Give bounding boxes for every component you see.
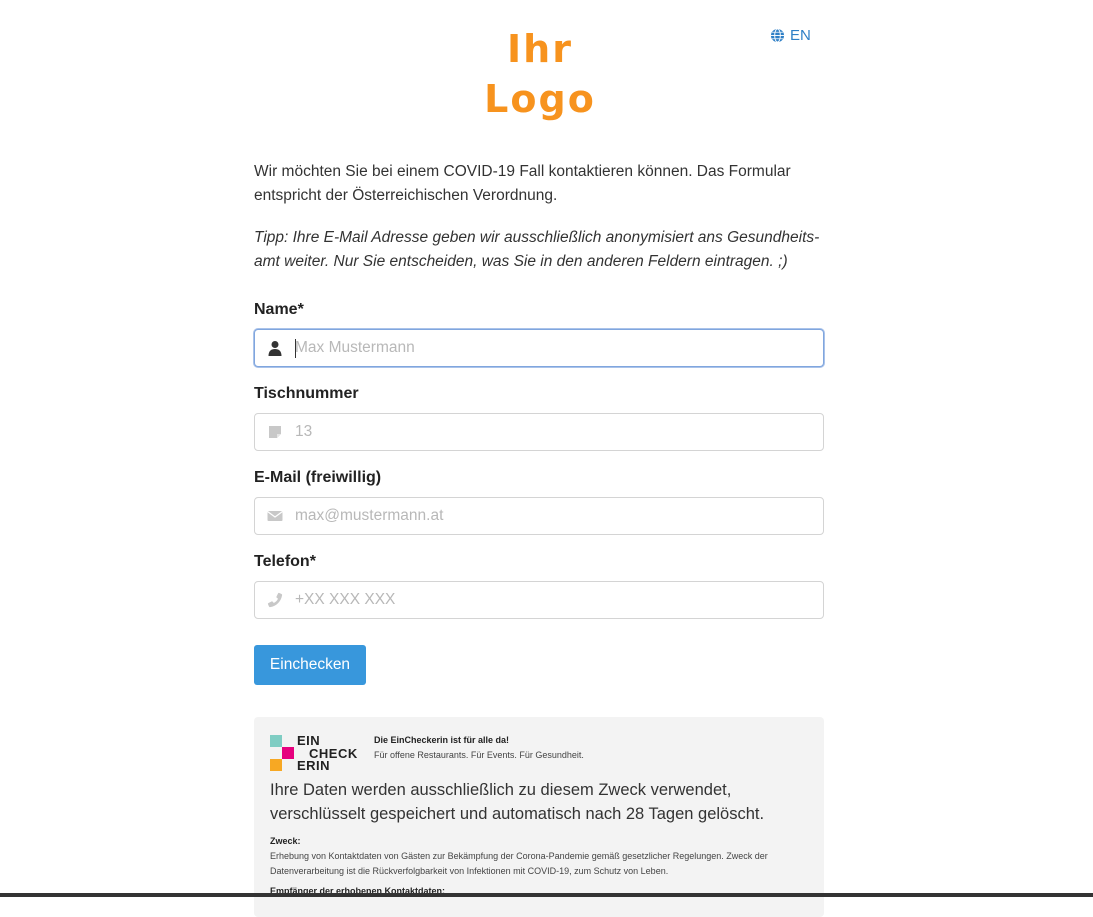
table-number-input[interactable] [295, 414, 815, 450]
phone-input[interactable] [295, 582, 815, 618]
name-field[interactable] [254, 329, 824, 367]
logo-square-teal [270, 735, 282, 747]
language-switcher[interactable]: EN [770, 27, 811, 44]
logo-square-magenta [282, 747, 294, 759]
phone-icon [267, 592, 283, 608]
phone-field[interactable] [254, 581, 824, 619]
phone-label: Telefon* [254, 553, 316, 570]
logo-word-3: ERIN [297, 758, 331, 773]
privacy-info-box: EIN CHECK ERIN Die EinCheckerin ist für … [254, 717, 824, 917]
brand-subtitle: Für offene Restaurants. Für Events. Für … [374, 750, 584, 760]
email-field[interactable] [254, 497, 824, 535]
user-icon [267, 340, 283, 356]
table-number-label: Tischnummer [254, 385, 359, 402]
tip-text: Tipp: Ihre E-Mail Adresse geben wir auss… [254, 229, 820, 270]
intro-text: Wir möchten Sie bei einem COVID-19 Fall … [254, 163, 791, 204]
logo-line-1: Ihr [507, 27, 573, 71]
text-cursor [295, 339, 296, 358]
language-label: EN [790, 27, 811, 44]
name-label: Name* [254, 301, 304, 318]
globe-icon [770, 28, 785, 43]
envelope-icon [267, 508, 283, 524]
checkin-button[interactable]: Einchecken [254, 645, 366, 685]
logo-wordmark: EIN CHECK ERIN [297, 734, 358, 773]
data-privacy-text: Ihre Daten werden ausschließlich zu dies… [270, 781, 765, 823]
brand-heading: Die EinCheckerin ist für alle da! [374, 735, 510, 745]
purpose-heading: Zweck: [270, 836, 301, 846]
logo: Ihr Logo [470, 24, 610, 124]
email-label: E-Mail (freiwillig) [254, 469, 382, 486]
purpose-text: Erhebung von Kontaktdaten von Gästen zur… [270, 851, 768, 876]
sticky-note-icon [267, 424, 283, 440]
name-input[interactable] [295, 330, 815, 366]
checkin-form-section: Wir möchten Sie bei einem COVID-19 Fall … [254, 160, 824, 619]
logo-line-2: Logo [484, 77, 596, 121]
window-bottom-edge [0, 893, 1093, 897]
email-input[interactable] [295, 498, 815, 534]
logo-square-orange [270, 759, 282, 771]
table-number-field[interactable] [254, 413, 824, 451]
eincheckerin-logo: EIN CHECK ERIN [270, 734, 365, 773]
